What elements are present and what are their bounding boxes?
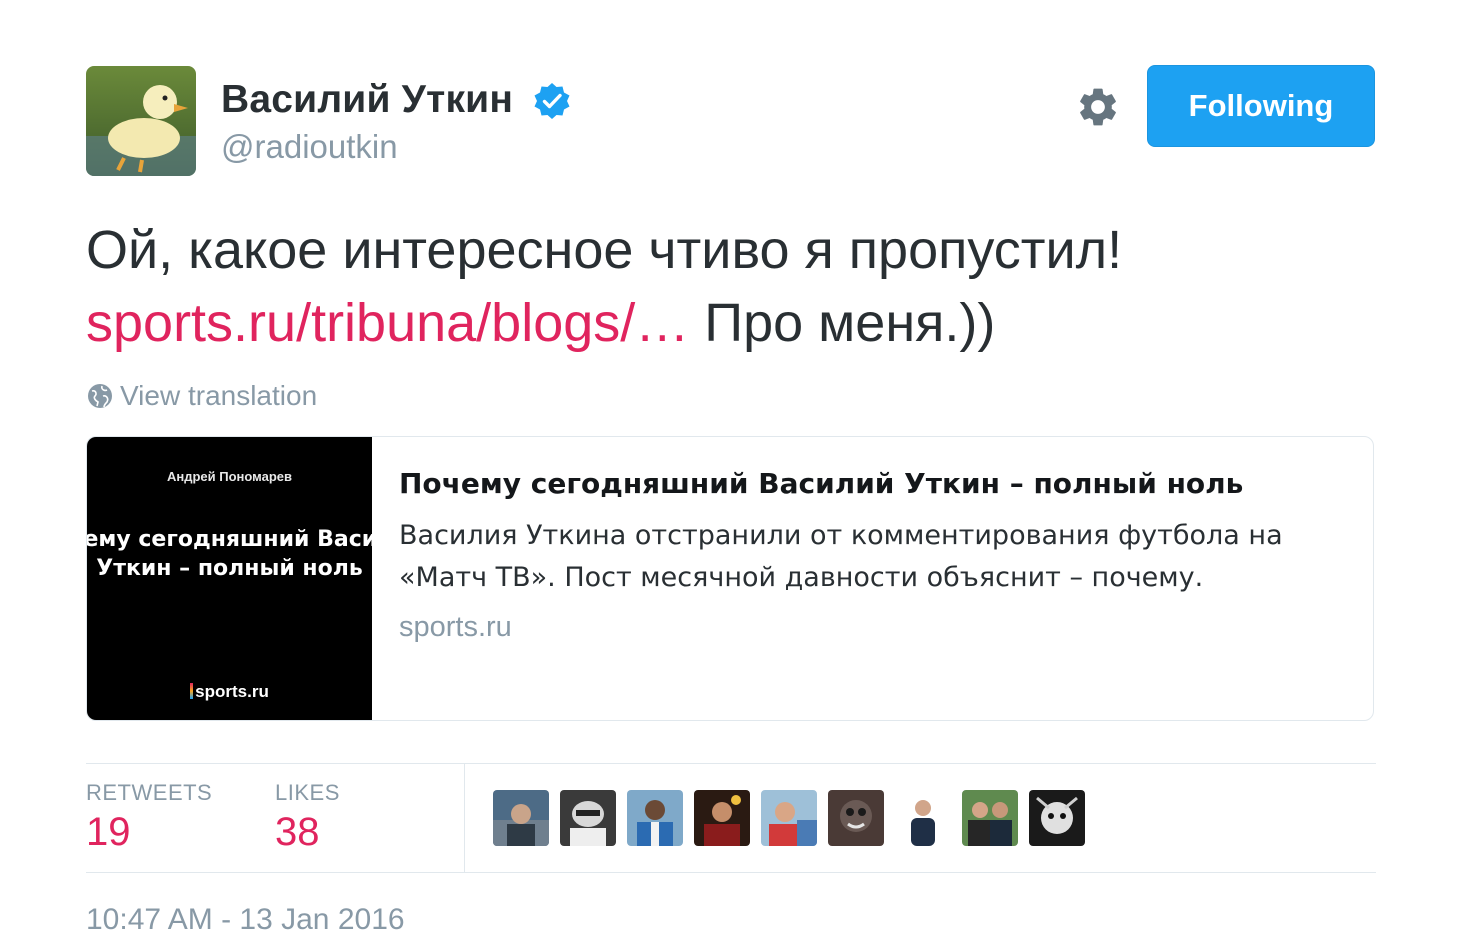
- liker-avatar[interactable]: [560, 790, 616, 846]
- gear-icon[interactable]: [1075, 84, 1121, 130]
- stats-divider-bottom: [86, 872, 1376, 873]
- user-handle[interactable]: @radioutkin: [221, 128, 398, 166]
- tweet-text-tail: Про меня.)): [689, 293, 996, 353]
- retweets-count[interactable]: 19: [86, 810, 131, 855]
- following-button[interactable]: Following: [1147, 65, 1375, 147]
- stats-divider-vertical: [464, 764, 465, 872]
- display-name[interactable]: Василий Уткин: [221, 78, 513, 122]
- card-image-brand: sports.ru: [87, 682, 372, 702]
- stats-divider-top: [86, 763, 1376, 764]
- tweet-link[interactable]: sports.ru/tribuna/blogs/…: [86, 293, 689, 353]
- card-description: Василия Уткина отстранили от комментиров…: [399, 520, 1283, 593]
- verified-badge-icon: [532, 81, 572, 121]
- likes-count[interactable]: 38: [275, 810, 320, 855]
- card-domain: sports.ru: [399, 611, 512, 643]
- liker-avatar[interactable]: [493, 790, 549, 846]
- liker-avatar[interactable]: [1029, 790, 1085, 846]
- card-image: Андрей Пономарев Почему сегодняшний Васи…: [87, 437, 372, 720]
- tweet-timestamp[interactable]: 10:47 AM - 13 Jan 2016: [86, 903, 405, 937]
- view-translation-label: View translation: [120, 380, 318, 411]
- card-image-brand-label: sports.ru: [195, 682, 269, 701]
- liker-avatar[interactable]: [828, 790, 884, 846]
- liker-avatar[interactable]: [895, 790, 951, 846]
- card-image-title: Почему сегодняшний Василий Уткин – полны…: [87, 527, 372, 581]
- link-card[interactable]: Андрей Пономарев Почему сегодняшний Васи…: [86, 436, 1374, 721]
- avatar[interactable]: [86, 66, 196, 176]
- tweet-text: Ой, какое интересное чтиво я пропустил! s…: [86, 214, 1376, 360]
- globe-icon: [86, 382, 114, 410]
- card-title: Почему сегодняшний Василий Уткин – полны…: [399, 467, 1244, 500]
- likes-label[interactable]: LIKES: [275, 780, 340, 806]
- retweets-label[interactable]: RETWEETS: [86, 780, 212, 806]
- liker-avatar[interactable]: [761, 790, 817, 846]
- tweet-text-main: Ой, какое интересное чтиво я пропустил!: [86, 220, 1123, 280]
- liker-avatar[interactable]: [627, 790, 683, 846]
- view-translation-link[interactable]: View translation: [86, 380, 317, 412]
- card-image-author: Андрей Пономарев: [166, 469, 292, 484]
- liker-avatar[interactable]: [962, 790, 1018, 846]
- liker-avatar[interactable]: [694, 790, 750, 846]
- sports-logo-icon: [190, 683, 194, 699]
